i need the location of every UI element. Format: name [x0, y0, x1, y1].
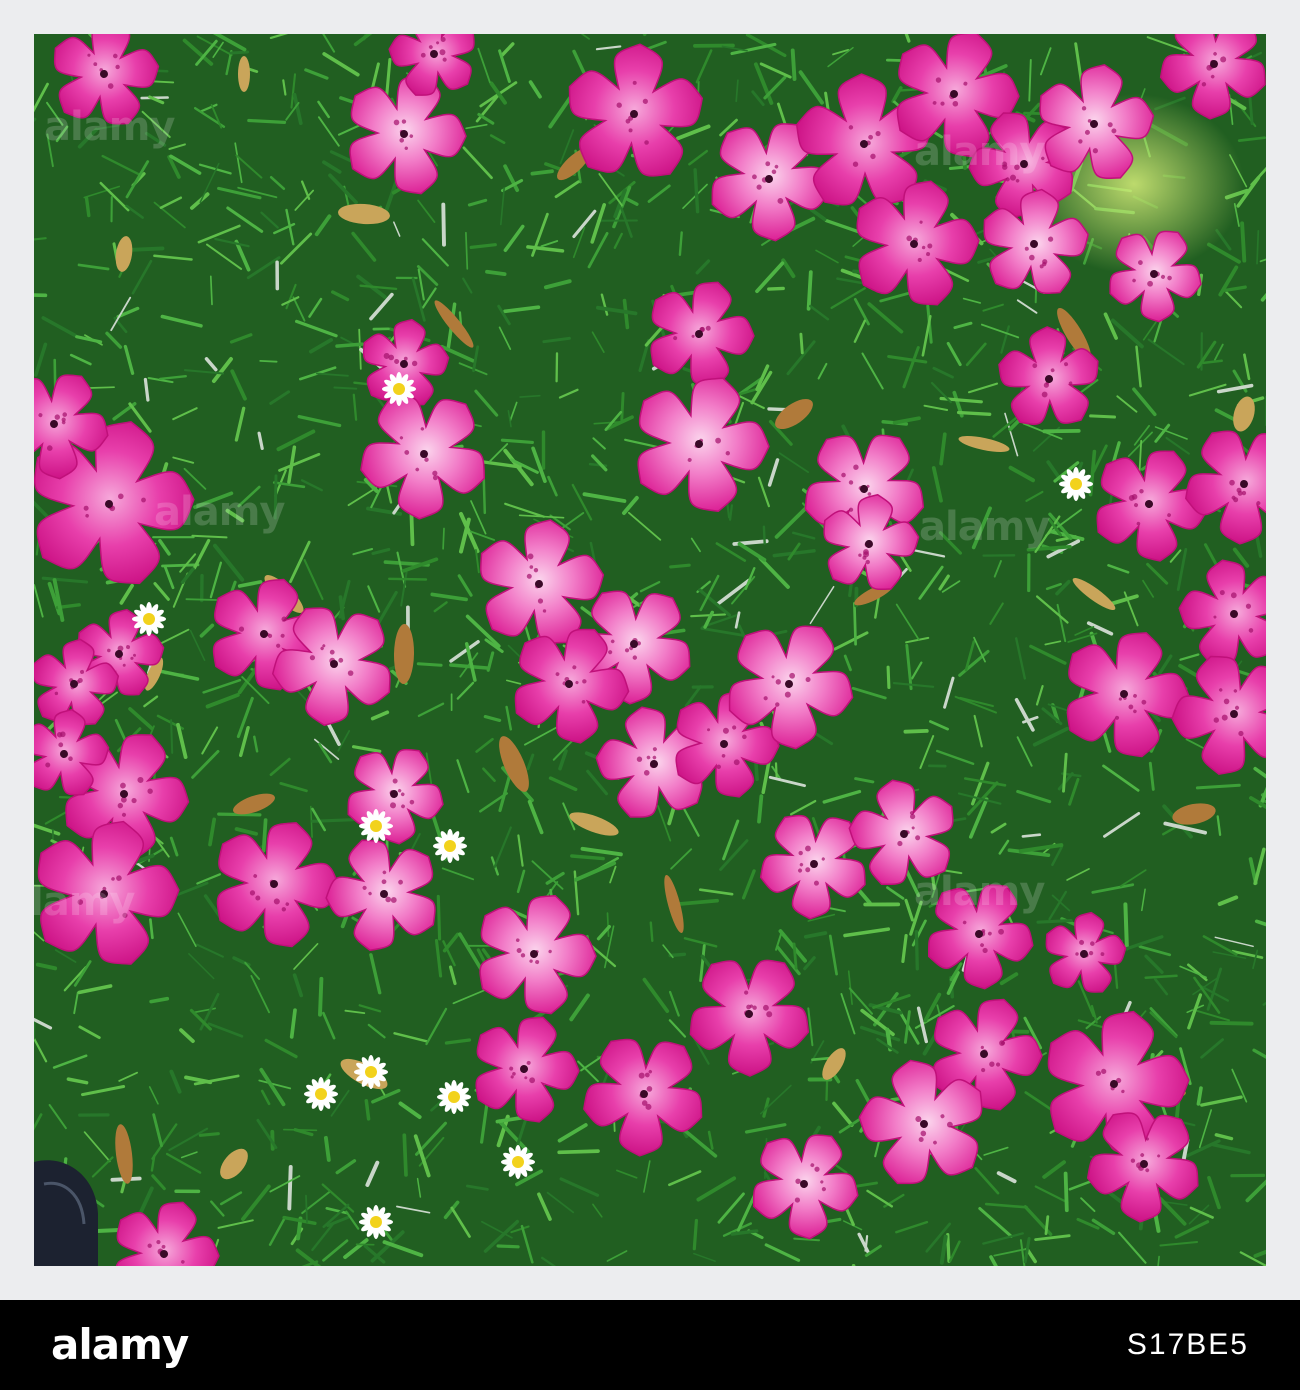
grass-blade — [799, 332, 804, 355]
grass-blade — [338, 595, 346, 621]
grass-blade — [692, 1218, 699, 1251]
grass-blade — [436, 894, 442, 941]
grass-blade — [84, 196, 91, 218]
grass-blade — [496, 1244, 520, 1249]
grass-blade — [209, 275, 213, 306]
grass-blade — [792, 942, 798, 970]
grass-blade — [273, 474, 278, 520]
grass-blade — [557, 1149, 600, 1155]
grass-blade — [1036, 918, 1073, 924]
grass-blade — [806, 270, 813, 311]
grass-blade — [318, 976, 324, 1017]
grass-blade — [606, 912, 610, 937]
grass-blade — [790, 48, 797, 81]
grass-blade — [185, 598, 218, 601]
grass-blade — [247, 118, 287, 125]
dry-leaf — [238, 56, 250, 92]
grass-blade — [129, 246, 165, 252]
grass-blade — [767, 286, 785, 291]
grass-blade — [259, 359, 278, 363]
stock-photo-page: alamy alamy alamy alamy alamy alamy alam… — [0, 0, 1300, 1390]
grass-blade — [886, 665, 891, 690]
grass-blade — [1209, 1020, 1254, 1026]
grass-blade — [1044, 1215, 1050, 1235]
grass-blade — [774, 762, 778, 780]
grass-blade — [364, 1098, 371, 1121]
grass-blade — [757, 794, 764, 824]
grass-blade — [170, 719, 174, 754]
flowers-on-grass-image — [34, 34, 1266, 1266]
grass-blade — [853, 601, 857, 646]
grass-blade — [416, 662, 443, 667]
photo-frame: alamy alamy alamy alamy alamy alamy — [0, 0, 1300, 1300]
grass-blade — [261, 818, 268, 853]
grass-blade — [34, 293, 48, 298]
grass-blade — [283, 1128, 318, 1132]
photo: alamy alamy alamy alamy alamy alamy — [34, 34, 1266, 1266]
grass-blade — [335, 342, 364, 348]
grass-blade — [333, 386, 358, 390]
grass-blade — [649, 921, 654, 942]
grass-blade — [388, 577, 428, 581]
grass-blade — [500, 438, 534, 444]
grass-blade — [1021, 833, 1042, 838]
grass-blade — [1240, 221, 1247, 263]
grass-blade — [946, 1232, 951, 1263]
grass-blade — [229, 50, 250, 55]
grass-blade — [305, 1194, 308, 1223]
grass-blade — [287, 1165, 293, 1211]
grass-blade — [442, 527, 445, 550]
grass-blade — [762, 525, 766, 545]
grass-blade — [669, 563, 691, 569]
stock-footer-bar: alamy S17BE5 — [0, 1300, 1300, 1390]
grass-blade — [53, 358, 57, 390]
grass-blade — [441, 202, 446, 247]
grass-blade — [1123, 902, 1129, 951]
grass-blade — [956, 410, 992, 416]
grass-blade — [914, 929, 919, 971]
grass-blade — [161, 563, 200, 568]
grass-blade — [402, 1133, 408, 1177]
image-id: S17BE5 — [1126, 1328, 1249, 1361]
grass-blade — [620, 392, 625, 421]
grass-blade — [1063, 1171, 1069, 1213]
grass-blade — [1089, 414, 1116, 419]
grass-blade — [811, 1056, 831, 1061]
grass-blade — [1196, 1086, 1203, 1106]
grass-blade — [198, 1132, 220, 1137]
grass-blade — [530, 169, 554, 176]
stock-logo: alamy — [51, 1320, 189, 1369]
grass-blade — [903, 729, 929, 734]
grass-blade — [485, 269, 507, 277]
